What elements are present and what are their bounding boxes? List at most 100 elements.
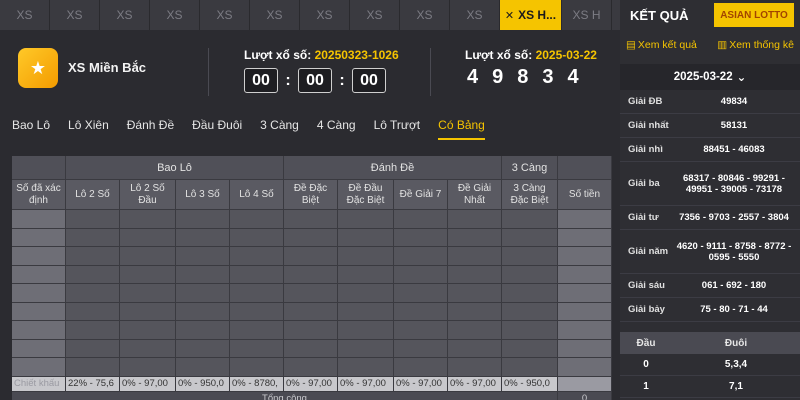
bet-input-cell[interactable]	[394, 210, 448, 229]
bet-input-cell[interactable]	[176, 339, 230, 358]
bet-input-cell[interactable]	[448, 265, 502, 284]
bet-input-cell[interactable]	[66, 302, 120, 321]
bet-input-cell[interactable]	[176, 358, 230, 377]
game-tab[interactable]: XS	[400, 0, 450, 30]
bet-input-cell[interactable]	[176, 321, 230, 340]
bet-input-cell[interactable]	[284, 265, 338, 284]
bet-input-cell[interactable]	[230, 265, 284, 284]
bet-input-cell[interactable]	[66, 265, 120, 284]
bet-input-cell[interactable]	[120, 228, 176, 247]
bet-input-cell[interactable]	[394, 284, 448, 303]
bet-input-cell[interactable]	[502, 284, 558, 303]
game-tab[interactable]: XS	[200, 0, 250, 30]
bet-tab[interactable]: Bao Lô	[12, 118, 50, 140]
close-icon[interactable]: ✕	[505, 9, 514, 22]
bet-tab[interactable]: Đánh Đề	[127, 118, 174, 140]
bet-input-cell[interactable]	[176, 228, 230, 247]
bet-input-cell[interactable]	[66, 210, 120, 229]
game-tab[interactable]: XS	[450, 0, 500, 30]
bet-input-cell[interactable]	[66, 339, 120, 358]
bet-input-cell[interactable]	[120, 247, 176, 266]
bet-input-cell[interactable]	[120, 265, 176, 284]
bet-input-cell[interactable]	[120, 321, 176, 340]
bet-input-cell[interactable]	[558, 228, 612, 247]
bet-input-cell[interactable]	[394, 265, 448, 284]
game-tab[interactable]: XS	[0, 0, 50, 30]
bet-input-cell[interactable]	[558, 284, 612, 303]
bet-input-cell[interactable]	[448, 228, 502, 247]
game-tab[interactable]: XS	[50, 0, 100, 30]
bet-input-cell[interactable]	[502, 228, 558, 247]
bet-input-cell[interactable]	[338, 302, 394, 321]
bet-input-cell[interactable]	[230, 358, 284, 377]
bet-input-cell[interactable]	[502, 247, 558, 266]
bet-input-cell[interactable]	[66, 247, 120, 266]
bet-input-cell[interactable]	[502, 358, 558, 377]
bet-input-cell[interactable]	[230, 339, 284, 358]
discount-select[interactable]: 0% - 97,00	[394, 376, 448, 392]
number-cell[interactable]	[12, 321, 66, 340]
bet-tab[interactable]: Lô Trượt	[374, 118, 421, 140]
bet-input-cell[interactable]	[394, 247, 448, 266]
bet-input-cell[interactable]	[448, 284, 502, 303]
discount-select[interactable]: 22% - 75,6	[66, 376, 120, 392]
bet-input-cell[interactable]	[176, 247, 230, 266]
bet-input-cell[interactable]	[66, 321, 120, 340]
bet-input-cell[interactable]	[394, 228, 448, 247]
bet-input-cell[interactable]	[558, 265, 612, 284]
bet-tab[interactable]: Lô Xiên	[68, 118, 109, 140]
bet-input-cell[interactable]	[120, 210, 176, 229]
bet-input-cell[interactable]	[230, 284, 284, 303]
bet-tab[interactable]: Đầu Đuôi	[192, 118, 242, 140]
bet-input-cell[interactable]	[66, 284, 120, 303]
bet-input-cell[interactable]	[394, 321, 448, 340]
bet-input-cell[interactable]	[338, 210, 394, 229]
bet-input-cell[interactable]	[558, 321, 612, 340]
bet-input-cell[interactable]	[502, 210, 558, 229]
bet-input-cell[interactable]	[176, 210, 230, 229]
bet-tab[interactable]: 4 Càng	[317, 118, 356, 140]
bet-input-cell[interactable]	[176, 265, 230, 284]
number-cell[interactable]	[12, 228, 66, 247]
bet-input-cell[interactable]	[284, 339, 338, 358]
bet-input-cell[interactable]	[338, 284, 394, 303]
number-cell[interactable]	[12, 302, 66, 321]
bet-input-cell[interactable]	[394, 302, 448, 321]
bet-input-cell[interactable]	[120, 284, 176, 303]
number-cell[interactable]	[12, 339, 66, 358]
bet-input-cell[interactable]	[284, 284, 338, 303]
date-selector[interactable]: 2025-03-22 ⌄	[620, 64, 800, 90]
bet-input-cell[interactable]	[448, 321, 502, 340]
bet-input-cell[interactable]	[284, 358, 338, 377]
bet-input-cell[interactable]	[338, 339, 394, 358]
bet-input-cell[interactable]	[230, 228, 284, 247]
discount-select[interactable]: 0% - 97,00	[448, 376, 502, 392]
bet-input-cell[interactable]	[338, 247, 394, 266]
discount-select[interactable]: 0% - 950,0	[502, 376, 558, 392]
number-cell[interactable]	[12, 284, 66, 303]
game-tab[interactable]: XS	[100, 0, 150, 30]
bet-input-cell[interactable]	[448, 247, 502, 266]
view-results-link[interactable]: ▤ Xem kết quả	[626, 39, 697, 51]
number-cell[interactable]	[12, 265, 66, 284]
discount-select[interactable]: 0% - 97,00	[120, 376, 176, 392]
discount-select[interactable]: 0% - 97,00	[284, 376, 338, 392]
bet-input-cell[interactable]	[230, 302, 284, 321]
bet-input-cell[interactable]	[502, 302, 558, 321]
bet-input-cell[interactable]	[338, 265, 394, 284]
bet-input-cell[interactable]	[66, 228, 120, 247]
number-cell[interactable]	[12, 210, 66, 229]
game-tab[interactable]: XS	[150, 0, 200, 30]
bet-input-cell[interactable]	[284, 302, 338, 321]
number-cell[interactable]	[12, 358, 66, 377]
bet-tab[interactable]: 3 Càng	[260, 118, 299, 140]
discount-select[interactable]: 0% - 950,0	[176, 376, 230, 392]
bet-input-cell[interactable]	[448, 358, 502, 377]
bet-input-cell[interactable]	[338, 358, 394, 377]
bet-input-cell[interactable]	[558, 210, 612, 229]
discount-select[interactable]: 0% - 97,00	[338, 376, 394, 392]
bet-input-cell[interactable]	[502, 339, 558, 358]
game-tab[interactable]: XS	[350, 0, 400, 30]
bet-input-cell[interactable]	[448, 339, 502, 358]
bet-input-cell[interactable]	[394, 358, 448, 377]
